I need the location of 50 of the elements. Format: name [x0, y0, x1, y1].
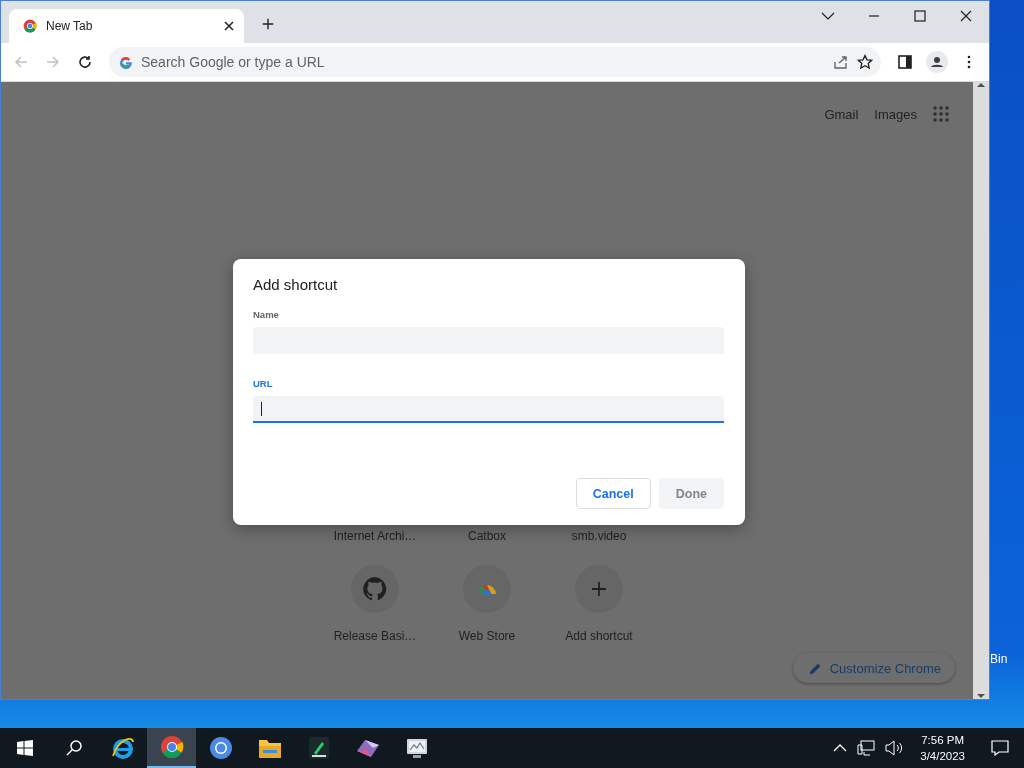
chromium-icon [208, 736, 233, 760]
shortcut-label[interactable]: Release Basi… [333, 629, 417, 643]
profile-icon[interactable] [926, 51, 948, 73]
clock[interactable]: 7:56 PM 3/4/2023 [910, 732, 975, 764]
shortcut-tile[interactable] [351, 565, 399, 613]
octocat-icon [362, 576, 388, 602]
shortcut-label[interactable]: Internet Archi… [333, 529, 417, 543]
input-field[interactable] [253, 396, 724, 423]
windows-start-icon[interactable] [16, 740, 33, 756]
shortcut-label[interactable]: smb.video [571, 529, 627, 543]
address-bar[interactable]: Search Google or type a URL [109, 47, 881, 77]
chrome-icon [159, 735, 184, 759]
header-link[interactable]: Gmail [824, 106, 859, 122]
dialog-button[interactable]: Cancel [575, 478, 651, 509]
chrome-icon [23, 19, 37, 33]
scroll-down-icon[interactable] [977, 693, 985, 699]
desktop-icon-label[interactable]: Bin [990, 652, 1024, 666]
g-icon [119, 55, 133, 69]
header-link[interactable]: Images [874, 106, 917, 122]
scroll-up-icon[interactable] [977, 82, 985, 88]
reload-icon[interactable] [77, 54, 93, 70]
editor-icon [307, 736, 330, 760]
plus-icon [591, 581, 607, 597]
shortcut-label[interactable]: Add shortcut [565, 629, 633, 643]
plus-icon[interactable] [261, 17, 275, 31]
notification-icon[interactable] [990, 740, 1009, 756]
shortcut-label[interactable]: Catbox [468, 529, 506, 543]
ie-icon [110, 736, 135, 760]
folder-icon [257, 737, 282, 759]
share-icon[interactable] [833, 54, 849, 70]
browser-tab[interactable]: New Tab [9, 9, 244, 43]
pencil-icon [808, 661, 822, 675]
side-panel-icon[interactable] [897, 54, 913, 70]
paint-icon [354, 737, 381, 759]
network-icon[interactable] [857, 740, 876, 756]
customize-button[interactable]: Customize Chrome [792, 653, 955, 683]
star-icon[interactable] [857, 54, 873, 70]
apps-grid-icon[interactable] [933, 106, 949, 122]
monitor-icon [404, 737, 429, 759]
shortcut-tile[interactable] [575, 565, 623, 613]
shortcut-tile[interactable] [463, 565, 511, 613]
field-label: URL [253, 378, 274, 389]
shortcut-label[interactable]: Web Store [458, 629, 516, 643]
rainbow-arc-icon [477, 583, 497, 595]
field-label: Name [253, 309, 280, 320]
dialog-title: Add shortcut [253, 276, 339, 293]
chevron-up-icon[interactable] [833, 743, 848, 753]
close-icon[interactable] [224, 21, 234, 31]
scrollbar[interactable] [973, 82, 989, 699]
search-icon[interactable] [64, 739, 83, 757]
